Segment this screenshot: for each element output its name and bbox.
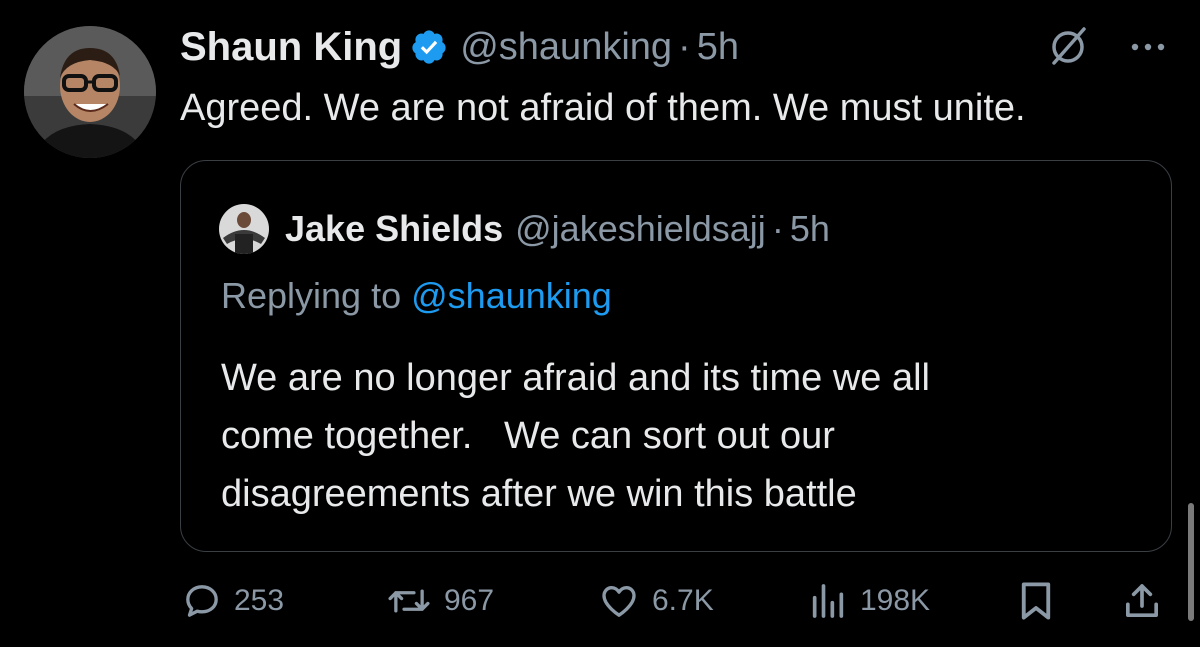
views-chart-icon xyxy=(812,584,844,618)
author-handle[interactable]: @shaunking xyxy=(460,26,672,68)
quoted-author-name[interactable]: Jake Shields xyxy=(285,208,503,250)
reply-icon xyxy=(186,585,218,617)
share-button[interactable] xyxy=(1122,575,1162,627)
reply-count: 253 xyxy=(234,584,285,617)
tweet-header: Shaun King @shaunking · 5h xyxy=(180,22,739,72)
quoted-author-handle[interactable]: @jakeshieldsajj xyxy=(515,208,766,249)
tweet-time[interactable]: 5h xyxy=(697,26,739,68)
share-icon xyxy=(1126,584,1158,617)
quoted-tweet-time[interactable]: 5h xyxy=(790,208,830,249)
heart-icon xyxy=(602,586,636,617)
repost-count: 967 xyxy=(444,584,495,617)
replying-to-mention[interactable]: @shaunking xyxy=(411,275,612,316)
tweet-action-bar: 253 967 6.7K 198K xyxy=(180,575,1180,627)
author-name[interactable]: Shaun King xyxy=(180,25,402,70)
repost-button[interactable]: 967 xyxy=(386,575,494,627)
tweet-top-actions xyxy=(1046,22,1166,72)
verified-badge-icon[interactable] xyxy=(410,28,448,66)
repost-icon xyxy=(388,589,430,613)
scrollbar[interactable] xyxy=(1188,503,1194,621)
quoted-tweet-header: Jake Shields @jakeshieldsajj · 5h xyxy=(219,203,830,255)
tweet-text: Agreed. We are not afraid of them. We mu… xyxy=(180,87,1026,129)
quoted-author-avatar[interactable] xyxy=(219,204,269,254)
quoted-time-separator: · xyxy=(771,208,784,249)
views-button[interactable]: 198K xyxy=(808,575,930,627)
like-button[interactable]: 6.7K xyxy=(598,575,714,627)
time-separator: · xyxy=(678,25,691,68)
more-horizontal-icon[interactable] xyxy=(1130,41,1166,53)
reply-button[interactable]: 253 xyxy=(182,575,284,627)
replying-to-label: Replying to xyxy=(221,275,402,316)
replying-to-line: Replying to @shaunking xyxy=(221,275,612,317)
bookmark-button[interactable] xyxy=(1018,575,1054,627)
quoted-tweet-card[interactable]: Jake Shields @jakeshieldsajj · 5h Replying… xyxy=(180,160,1172,552)
views-count: 198K xyxy=(860,584,931,617)
bookmark-icon xyxy=(1021,582,1051,620)
slashed-circle-icon[interactable] xyxy=(1046,25,1090,69)
quoted-tweet-text: We are no longer afraid and its time we … xyxy=(221,357,930,515)
like-count: 6.7K xyxy=(652,584,714,617)
author-avatar[interactable] xyxy=(24,26,156,158)
